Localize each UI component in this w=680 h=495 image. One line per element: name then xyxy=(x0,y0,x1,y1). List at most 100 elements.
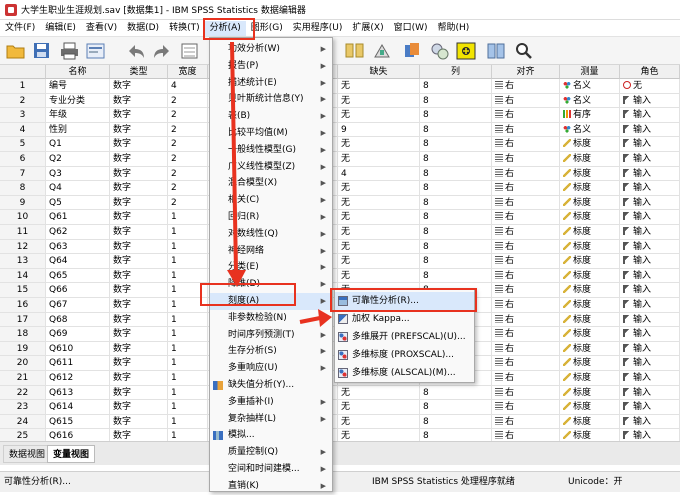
table-row[interactable]: 24Q615数字1无无8右标度输入 xyxy=(0,414,680,430)
cell-name[interactable]: 编号 xyxy=(46,79,110,94)
cell-measure[interactable]: 标度 xyxy=(560,312,620,328)
cell-measure[interactable]: 标度 xyxy=(560,283,620,298)
row-number[interactable]: 4 xyxy=(0,122,46,138)
cell-measure[interactable]: 标度 xyxy=(560,268,620,284)
cell-name[interactable]: Q611 xyxy=(46,356,110,371)
cell-width[interactable]: 2 xyxy=(168,181,208,196)
analyze-menu-item[interactable]: 生存分析(S) ▶ xyxy=(210,343,332,360)
menu-9[interactable]: 窗口(W) xyxy=(389,21,433,36)
cell-measure[interactable]: 标度 xyxy=(560,341,620,357)
row-number[interactable]: 21 xyxy=(0,371,46,386)
cell-type[interactable]: 数字 xyxy=(110,341,168,357)
cell-width[interactable]: 1 xyxy=(168,385,208,401)
cell-width[interactable]: 4 xyxy=(168,79,208,94)
menu-7[interactable]: 实用程序(U) xyxy=(288,21,348,36)
cell-role[interactable]: 输入 xyxy=(620,400,680,415)
cell-type[interactable]: 数字 xyxy=(110,414,168,430)
row-number[interactable]: 7 xyxy=(0,166,46,182)
cell-col[interactable]: 8 xyxy=(420,108,492,123)
analyze-menu-item[interactable]: 一般线性模型(G) ▶ xyxy=(210,142,332,159)
cell-miss[interactable]: 无 xyxy=(338,137,420,152)
cell-name[interactable]: Q68 xyxy=(46,312,110,328)
cell-width[interactable]: 1 xyxy=(168,210,208,225)
cell-align[interactable]: 右 xyxy=(492,254,560,269)
row-number[interactable]: 2 xyxy=(0,93,46,109)
cell-width[interactable]: 2 xyxy=(168,108,208,123)
cell-type[interactable]: 数字 xyxy=(110,137,168,152)
cell-type[interactable]: 数字 xyxy=(110,429,168,441)
analyze-menu-item[interactable]: 回归(R) ▶ xyxy=(210,209,332,226)
cell-type[interactable]: 数字 xyxy=(110,239,168,255)
menu-2[interactable]: 查看(V) xyxy=(81,21,122,36)
cell-col[interactable]: 8 xyxy=(420,166,492,182)
cell-role[interactable]: 输入 xyxy=(620,312,680,328)
cell-width[interactable]: 1 xyxy=(168,254,208,269)
cell-miss[interactable]: 无 xyxy=(338,152,420,167)
scale-submenu-item[interactable]: 可靠性分析(R)... xyxy=(335,292,474,310)
cell-align[interactable]: 右 xyxy=(492,298,560,313)
cell-measure[interactable]: 标度 xyxy=(560,195,620,211)
cell-width[interactable]: 1 xyxy=(168,225,208,240)
cell-measure[interactable]: 有序 xyxy=(560,108,620,123)
row-number[interactable]: 8 xyxy=(0,181,46,196)
cell-width[interactable]: 2 xyxy=(168,166,208,182)
cell-type[interactable]: 数字 xyxy=(110,122,168,138)
open-folder-icon[interactable] xyxy=(6,42,26,60)
table-row[interactable]: 6Q2数字2{1, 兴趣爱好...无8右标度输入 xyxy=(0,152,680,167)
row-number[interactable]: 10 xyxy=(0,210,46,225)
cell-col[interactable]: 8 xyxy=(420,385,492,401)
cell-role[interactable]: 无 xyxy=(620,79,680,94)
cell-align[interactable]: 右 xyxy=(492,210,560,225)
cell-measure[interactable]: 标度 xyxy=(560,181,620,196)
cell-type[interactable]: 数字 xyxy=(110,108,168,123)
cell-name[interactable]: Q4 xyxy=(46,181,110,196)
cell-width[interactable]: 2 xyxy=(168,195,208,211)
menu-10[interactable]: 帮助(H) xyxy=(433,21,475,36)
cell-measure[interactable]: 标度 xyxy=(560,152,620,167)
cell-width[interactable]: 1 xyxy=(168,414,208,430)
cell-name[interactable]: Q612 xyxy=(46,371,110,386)
cell-align[interactable]: 右 xyxy=(492,181,560,196)
analyze-menu-item[interactable]: 刻度(A) ▶ xyxy=(210,293,332,310)
cell-miss[interactable]: 无 xyxy=(338,400,420,415)
cell-col[interactable]: 8 xyxy=(420,152,492,167)
cell-miss[interactable]: 无 xyxy=(338,414,420,430)
cell-align[interactable]: 右 xyxy=(492,137,560,152)
dialog-recall-icon[interactable] xyxy=(86,42,106,60)
row-number[interactable]: 14 xyxy=(0,268,46,284)
cell-type[interactable]: 数字 xyxy=(110,210,168,225)
cell-width[interactable]: 2 xyxy=(168,93,208,109)
cell-miss[interactable]: 无 xyxy=(338,79,420,94)
analyze-menu-item[interactable]: 报告(P) ▶ xyxy=(210,58,332,75)
row-number[interactable]: 11 xyxy=(0,225,46,240)
analyze-menu-item[interactable]: 质量控制(Q) ▶ xyxy=(210,444,332,461)
table-row[interactable]: 5Q1数字2{1, 自己}...无8右标度输入 xyxy=(0,137,680,152)
cell-measure[interactable]: 标度 xyxy=(560,400,620,415)
cell-align[interactable]: 右 xyxy=(492,327,560,342)
cell-width[interactable]: 2 xyxy=(168,122,208,138)
cell-measure[interactable]: 标度 xyxy=(560,327,620,342)
cell-role[interactable]: 输入 xyxy=(620,210,680,225)
cell-role[interactable]: 输入 xyxy=(620,93,680,109)
cell-name[interactable]: Q61 xyxy=(46,210,110,225)
cell-role[interactable]: 输入 xyxy=(620,356,680,371)
cell-type[interactable]: 数字 xyxy=(110,371,168,386)
cell-type[interactable]: 数字 xyxy=(110,93,168,109)
cell-miss[interactable]: 无 xyxy=(338,210,420,225)
cell-role[interactable]: 输入 xyxy=(620,268,680,284)
cell-measure[interactable]: 标度 xyxy=(560,356,620,371)
cell-miss[interactable]: 无 xyxy=(338,108,420,123)
row-number[interactable]: 23 xyxy=(0,400,46,415)
table-row[interactable]: 11Q62数字1无无8右标度输入 xyxy=(0,225,680,240)
cell-role[interactable]: 输入 xyxy=(620,181,680,196)
cell-miss[interactable]: 无 xyxy=(338,429,420,441)
weight-cases-icon[interactable] xyxy=(372,42,392,60)
cell-name[interactable]: Q67 xyxy=(46,298,110,313)
show-all-variables-icon[interactable] xyxy=(486,42,506,60)
row-number[interactable]: 15 xyxy=(0,283,46,298)
analyze-menu-item[interactable]: 空间和时间建模... ▶ xyxy=(210,461,332,478)
cell-width[interactable]: 1 xyxy=(168,268,208,284)
cell-align[interactable]: 右 xyxy=(492,385,560,401)
cell-miss[interactable]: 无 xyxy=(338,195,420,211)
cell-role[interactable]: 输入 xyxy=(620,341,680,357)
